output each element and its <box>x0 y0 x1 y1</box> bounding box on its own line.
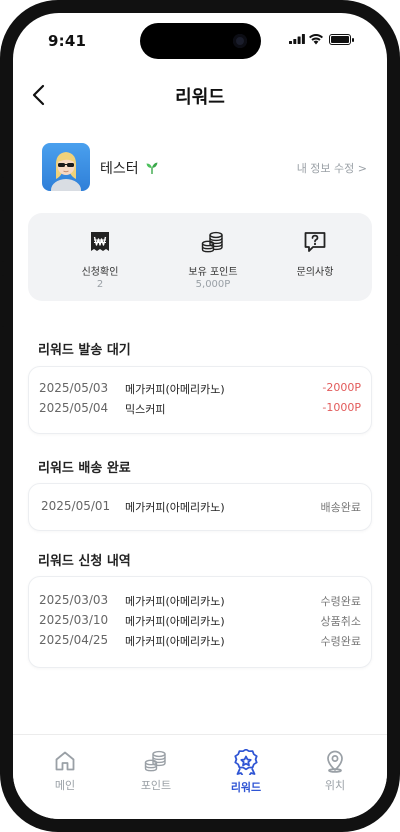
pending-card: 2025/05/03 메가커피(아메리카노) -2000P 2025/05/04… <box>28 366 372 434</box>
home-icon <box>55 751 75 771</box>
tab-points[interactable]: 포인트 <box>121 749 191 793</box>
summary-points[interactable]: 보유 포인트 5,000P <box>158 213 268 301</box>
row-amount: -1000P <box>322 401 361 414</box>
table-row[interactable]: 2025/05/01 메가커피(아메리카노) 배송완료 <box>39 499 361 517</box>
tab-reward[interactable]: 리워드 <box>211 749 281 795</box>
summary-value: 5,000P <box>195 279 231 290</box>
dynamic-island <box>140 23 261 59</box>
row-date: 2025/03/03 <box>39 593 109 607</box>
power-button <box>396 255 400 345</box>
summary-panel: 신청확인 2 보유 포인트 5,000P 문의사항 <box>28 213 372 301</box>
row-date: 2025/05/04 <box>39 401 109 415</box>
summary-value: 2 <box>96 279 104 290</box>
sprout-icon <box>146 162 158 174</box>
section-title-delivered: 리워드 배송 완료 <box>38 461 131 476</box>
battery-icon <box>329 34 354 45</box>
award-badge-icon <box>234 749 258 775</box>
table-row[interactable]: 2025/04/25 메가커피(아메리카노) 수령완료 <box>39 633 361 651</box>
tab-label: 위치 <box>324 779 346 792</box>
avatar-illustration <box>51 152 81 191</box>
row-status: 상품취소 <box>320 615 361 628</box>
history-card: 2025/03/03 메가커피(아메리카노) 수령완료 2025/03/10 메… <box>28 576 372 668</box>
profile-name: 테스터 <box>100 158 159 178</box>
row-item: 메가커피(아메리카노) <box>125 635 225 648</box>
table-row[interactable]: 2025/05/03 메가커피(아메리카노) -2000P <box>39 381 361 399</box>
row-status: 수령완료 <box>320 595 361 608</box>
receipt-won-icon <box>91 232 109 251</box>
tab-label: 리워드 <box>230 781 262 794</box>
row-item: 메가커피(아메리카노) <box>125 595 225 608</box>
status-bar: 9:41 <box>13 13 387 67</box>
row-date: 2025/05/01 <box>41 499 111 513</box>
tab-label: 메인 <box>54 779 76 792</box>
row-amount: -2000P <box>322 381 361 394</box>
delivered-card: 2025/05/01 메가커피(아메리카노) 배송완료 <box>28 483 372 531</box>
row-date: 2025/04/25 <box>39 633 109 647</box>
status-time: 9:41 <box>48 32 87 50</box>
tab-label: 포인트 <box>140 779 172 792</box>
row-item: 메가커피(아메리카노) <box>125 501 225 514</box>
row-item: 메가커피(아메리카노) <box>125 615 225 628</box>
phone-frame: 9:41 리워드 테스터 내 정보 수정 > 신청확인 2 보유 포인트 5,0… <box>0 0 400 832</box>
action-button <box>0 150 4 178</box>
coins-icon <box>144 750 166 772</box>
screen: 9:41 리워드 테스터 내 정보 수정 > 신청확인 2 보유 포인트 5,0… <box>13 13 387 819</box>
row-date: 2025/05/03 <box>39 381 109 395</box>
tab-location[interactable]: 위치 <box>300 749 370 793</box>
wifi-icon <box>309 34 323 45</box>
section-title-pending: 리워드 발송 대기 <box>38 343 131 358</box>
avatar <box>42 143 90 191</box>
row-status: 배송완료 <box>320 501 361 514</box>
app-header: 리워드 <box>13 77 387 113</box>
edit-profile-link[interactable]: 내 정보 수정 > <box>297 160 367 176</box>
section-title-history: 리워드 신청 내역 <box>38 554 131 569</box>
volume-down-button <box>0 275 4 327</box>
summary-application-check[interactable]: 신청확인 2 <box>45 213 155 301</box>
bottom-tab-bar: 메인 포인트 리워드 위치 <box>13 734 387 819</box>
tab-main[interactable]: 메인 <box>30 749 100 793</box>
location-pin-icon <box>327 750 343 773</box>
table-row[interactable]: 2025/05/04 믹스커피 -1000P <box>39 401 361 419</box>
page-title: 리워드 <box>175 87 225 108</box>
profile-row: 테스터 내 정보 수정 > <box>42 143 367 193</box>
volume-up-button <box>0 210 4 262</box>
table-row[interactable]: 2025/03/10 메가커피(아메리카노) 상품취소 <box>39 613 361 631</box>
summary-label: 보유 포인트 <box>188 267 238 278</box>
profile-name-text: 테스터 <box>100 161 139 177</box>
summary-inquiry[interactable]: 문의사항 <box>260 213 370 301</box>
summary-label: 문의사항 <box>296 267 334 278</box>
coins-icon <box>201 231 223 253</box>
row-item: 믹스커피 <box>125 403 166 416</box>
question-bubble-icon <box>304 232 326 252</box>
camera-icon <box>233 34 247 48</box>
row-status: 수령완료 <box>320 635 361 648</box>
row-item: 메가커피(아메리카노) <box>125 383 225 396</box>
row-date: 2025/03/10 <box>39 613 109 627</box>
signal-icon <box>289 34 305 44</box>
summary-label: 신청확인 <box>81 267 119 278</box>
table-row[interactable]: 2025/03/03 메가커피(아메리카노) 수령완료 <box>39 593 361 611</box>
